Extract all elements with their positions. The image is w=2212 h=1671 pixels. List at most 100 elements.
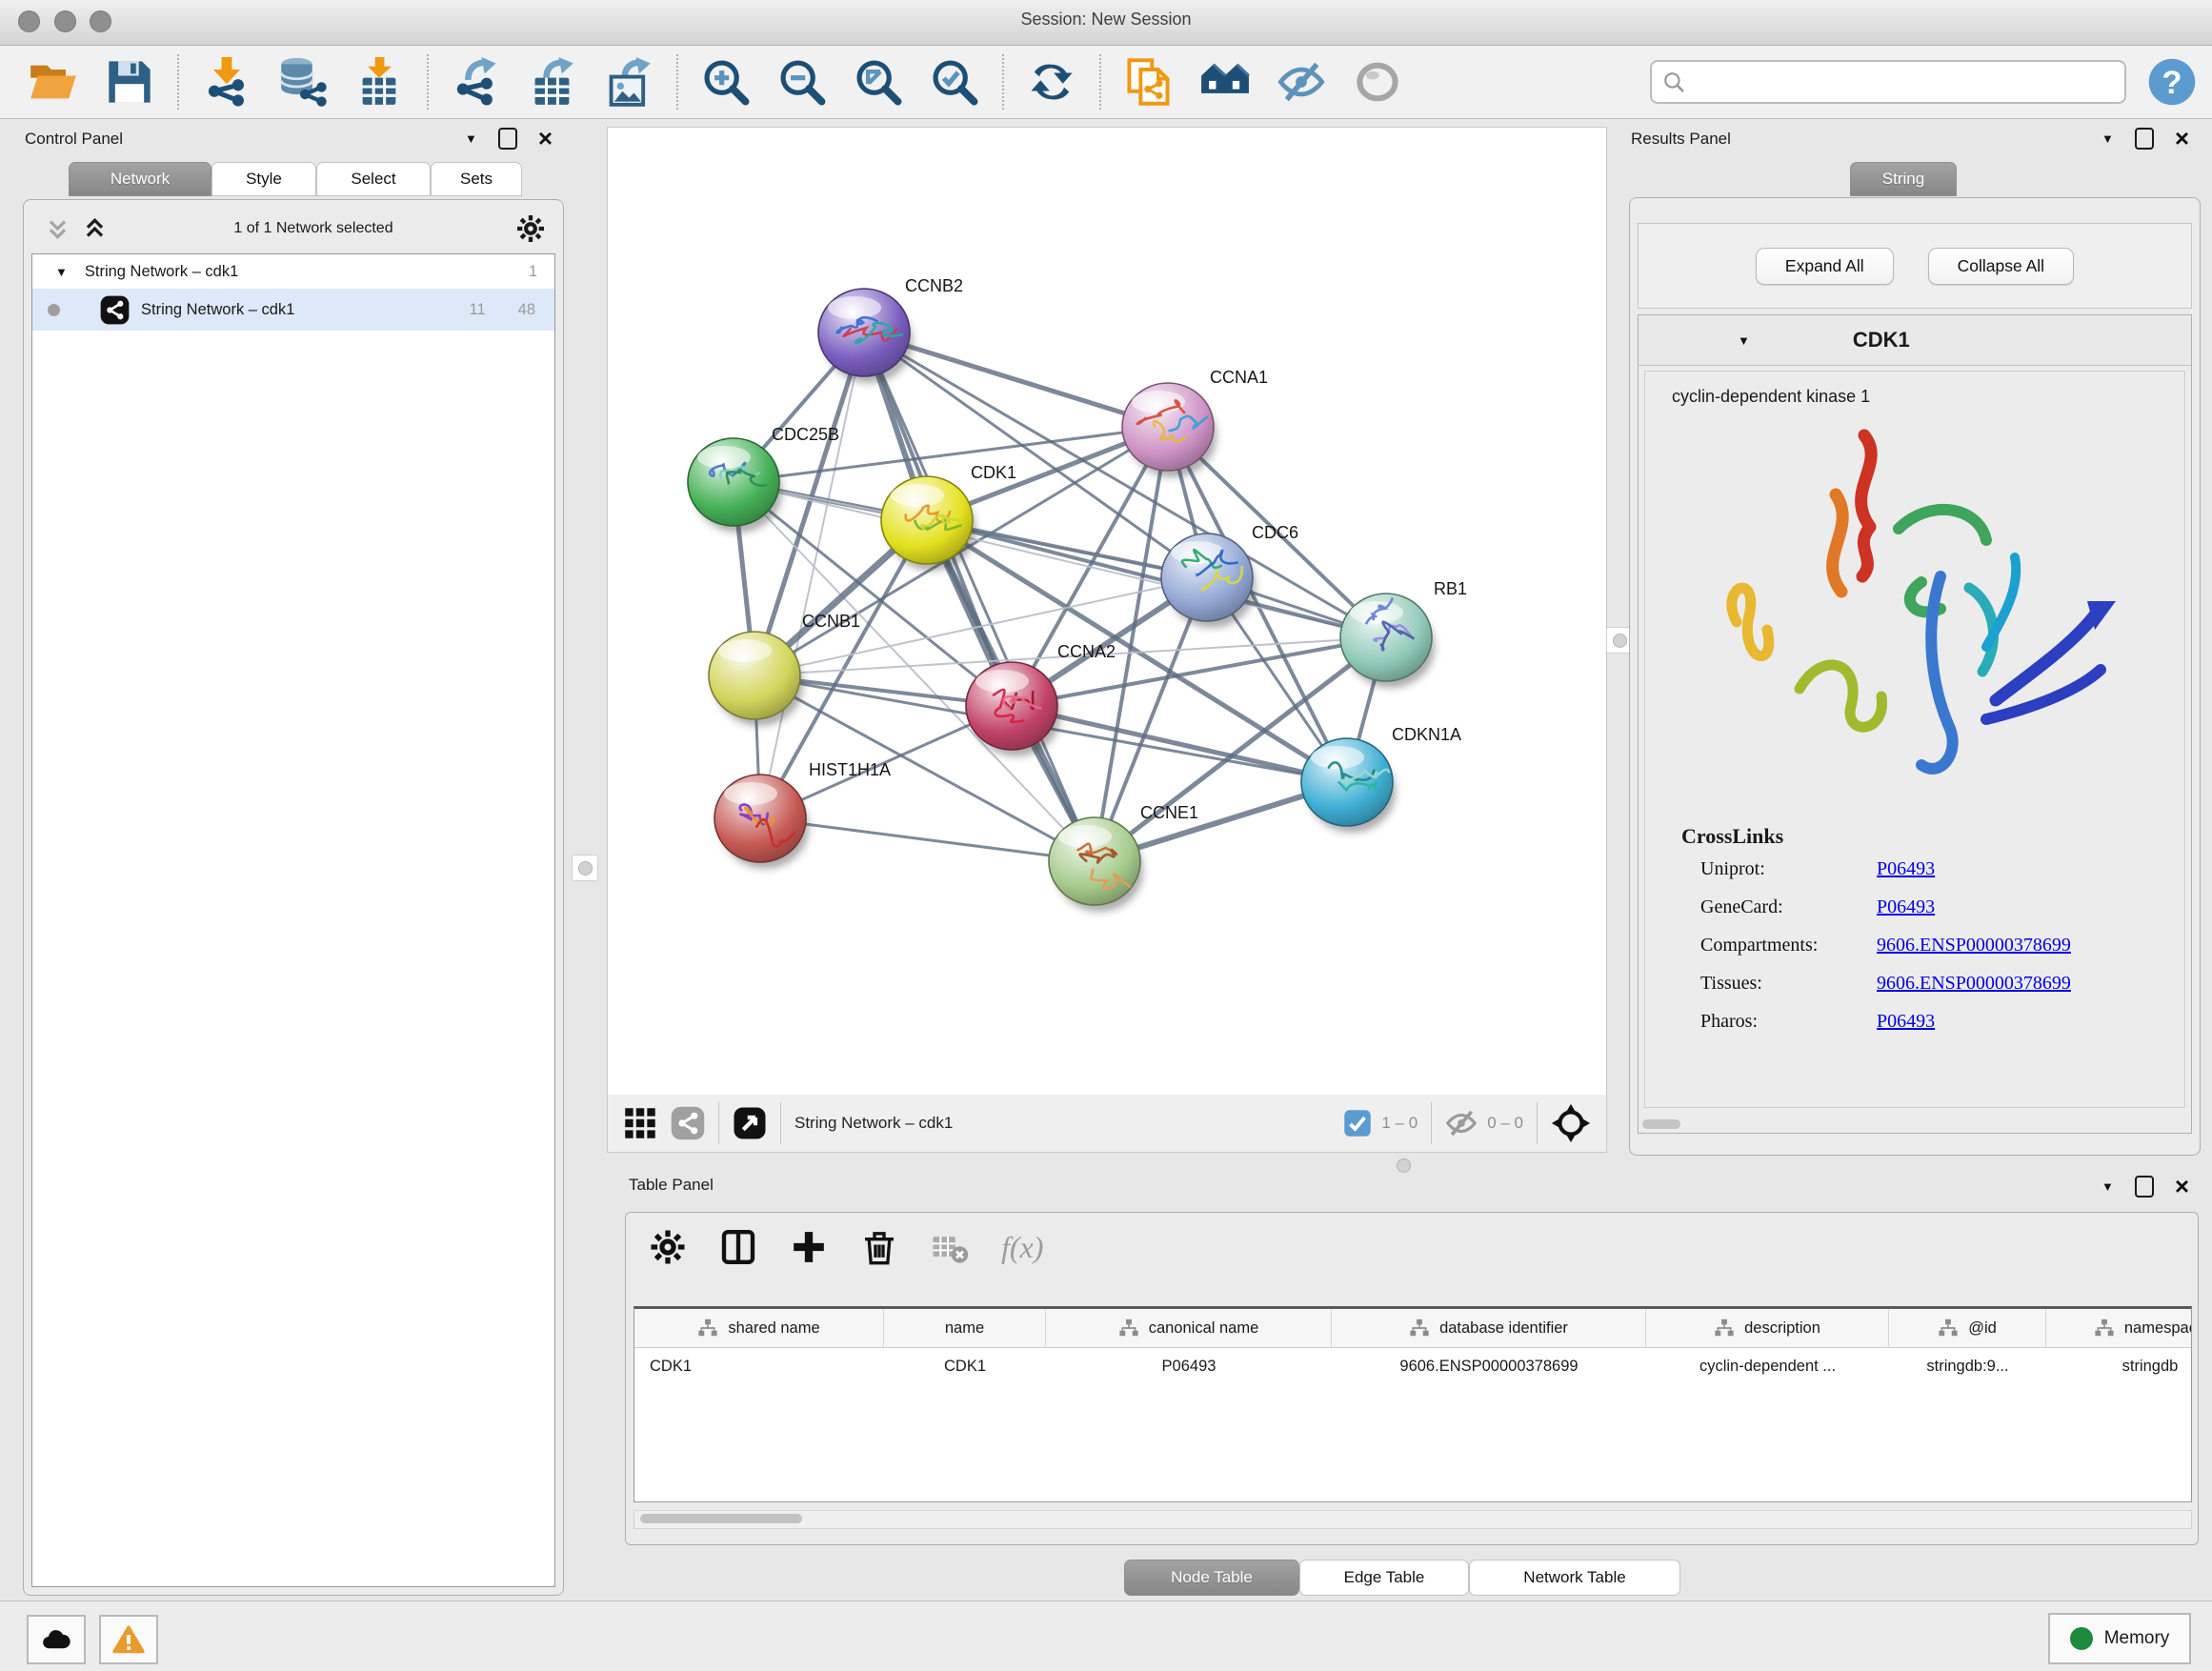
tab-network[interactable]: Network [69, 162, 211, 196]
close-panel-icon[interactable]: × [2175, 130, 2189, 148]
export-table-icon[interactable] [528, 57, 577, 107]
search-field[interactable] [1650, 60, 2126, 104]
expand-all-button[interactable]: Expand All [1756, 248, 1894, 285]
save-session-icon[interactable] [105, 57, 154, 107]
table-cell[interactable]: CDK1 [634, 1348, 884, 1384]
tab-style[interactable]: Style [211, 162, 316, 196]
network-options-gear-icon[interactable] [515, 213, 546, 244]
export-network-icon[interactable] [452, 57, 501, 107]
share-view-icon[interactable] [671, 1106, 705, 1140]
import-database-icon[interactable] [278, 57, 328, 107]
network-node-CCNA1[interactable]: CCNA1 [1122, 368, 1268, 477]
column-header-name[interactable]: name [884, 1309, 1046, 1347]
tab-select[interactable]: Select [316, 162, 431, 196]
column-header-namespace[interactable]: namespace [2046, 1309, 2192, 1347]
memory-button[interactable]: Memory [2048, 1613, 2191, 1664]
close-panel-icon[interactable]: × [2175, 1178, 2189, 1196]
import-network-icon[interactable] [202, 57, 251, 107]
crosslink-value-link[interactable]: 9606.ENSP00000378699 [1877, 935, 2071, 956]
import-table-icon[interactable] [354, 57, 404, 107]
detach-view-icon[interactable] [733, 1106, 767, 1140]
table-cell[interactable]: stringdb [2046, 1348, 2192, 1384]
crosslink-row: Pharos:P06493 [1700, 1011, 2184, 1033]
zoom-fit-icon[interactable] [854, 57, 903, 107]
table-horizontal-scrollbar[interactable] [633, 1510, 2192, 1529]
column-header--id[interactable]: @id [1889, 1309, 2046, 1347]
table-row[interactable]: CDK1CDK1P064939606.ENSP00000378699cyclin… [634, 1348, 2192, 1384]
network-node-CCNB1[interactable]: CCNB1 [709, 612, 860, 726]
help-icon[interactable] [2147, 57, 2197, 107]
cloud-status-button[interactable] [27, 1615, 86, 1664]
column-header-canonical-name[interactable]: canonical name [1046, 1309, 1332, 1347]
warnings-button[interactable] [99, 1615, 158, 1664]
table-cell[interactable]: CDK1 [884, 1348, 1046, 1384]
home-icon[interactable] [1200, 57, 1250, 107]
crosslink-value-link[interactable]: P06493 [1877, 896, 1935, 918]
network-edge[interactable] [1012, 706, 1347, 782]
close-panel-icon[interactable]: × [538, 130, 553, 148]
crosslink-value-link[interactable]: P06493 [1877, 858, 1935, 880]
zoom-in-icon[interactable] [701, 57, 751, 107]
gene-section-header[interactable]: ▼ CDK1 [1639, 315, 2191, 366]
network-node-RB1[interactable]: RB1 [1340, 579, 1467, 688]
tab-edge-table[interactable]: Edge Table [1299, 1560, 1469, 1596]
tab-string[interactable]: String [1850, 162, 1957, 196]
float-panel-icon[interactable] [498, 128, 517, 150]
network-node-count: 11 [470, 301, 486, 319]
collection-expand-icon[interactable]: ▼ [55, 265, 68, 279]
add-column-icon[interactable] [790, 1228, 828, 1266]
column-header-database-identifier[interactable]: database identifier [1332, 1309, 1646, 1347]
gene-expand-icon[interactable]: ▼ [1738, 333, 1750, 348]
left-splitter-handle[interactable] [572, 855, 598, 881]
crosslink-row: Uniprot:P06493 [1700, 858, 2184, 880]
clone-network-icon[interactable] [1124, 57, 1174, 107]
delete-column-icon[interactable] [860, 1228, 898, 1266]
collapse-panel-icon[interactable]: ▼ [2101, 1179, 2114, 1194]
export-image-icon[interactable] [604, 57, 654, 107]
crosslink-value-link[interactable]: 9606.ENSP00000378699 [1877, 973, 2071, 995]
collapse-panel-icon[interactable]: ▼ [465, 131, 477, 146]
tab-node-table[interactable]: Node Table [1124, 1560, 1299, 1596]
expand-all-networks-icon[interactable] [83, 214, 111, 243]
status-bar: Memory [0, 1601, 2212, 1671]
network-view-canvas[interactable]: CCNB2CCNA1CDC25BCDK1CDC6RB1CCNB1CCNA2CDK… [607, 127, 1607, 1096]
float-panel-icon[interactable] [2135, 128, 2154, 150]
show-columns-icon[interactable] [719, 1228, 757, 1266]
collapse-all-button[interactable]: Collapse All [1928, 248, 2074, 285]
table-cell[interactable]: 9606.ENSP00000378699 [1332, 1348, 1646, 1384]
network-edge[interactable] [760, 818, 1095, 861]
collapse-panel-icon[interactable]: ▼ [2101, 131, 2114, 146]
column-header-shared-name[interactable]: shared name [634, 1309, 884, 1347]
table-cell[interactable]: P06493 [1046, 1348, 1332, 1384]
results-scrollbar-thumb[interactable] [1642, 1119, 1680, 1129]
grid-view-icon[interactable] [623, 1106, 657, 1140]
refresh-icon[interactable] [1027, 57, 1076, 107]
zoom-out-icon[interactable] [777, 57, 827, 107]
tab-network-table[interactable]: Network Table [1469, 1560, 1680, 1596]
show-details-icon[interactable] [1353, 57, 1402, 107]
birds-eye-view-icon[interactable] [1551, 1103, 1591, 1143]
network-node-CDK1[interactable]: CDK1 [881, 463, 1016, 571]
network-edge[interactable] [927, 520, 1386, 637]
search-input[interactable] [1694, 71, 2115, 92]
network-node-CCNB2[interactable]: CCNB2 [818, 276, 963, 383]
network-edge[interactable] [864, 332, 1095, 861]
hidden-eye-icon[interactable] [1445, 1107, 1478, 1139]
column-header-description[interactable]: description [1646, 1309, 1889, 1347]
table-options-gear-icon[interactable] [649, 1228, 687, 1266]
table-cell[interactable]: stringdb:9... [1889, 1348, 2046, 1384]
scrollbar-thumb[interactable] [640, 1514, 802, 1523]
bottom-splitter-handle[interactable] [1397, 1158, 1411, 1173]
crosslink-value-link[interactable]: P06493 [1877, 1011, 1935, 1033]
selected-checkbox-icon[interactable] [1343, 1109, 1372, 1137]
collapse-all-networks-icon[interactable] [41, 214, 70, 243]
network-node-HIST1H1A[interactable]: HIST1H1A [714, 760, 891, 869]
open-session-icon[interactable] [29, 57, 78, 107]
network-row-selected[interactable]: String Network – cdk1 11 48 [32, 289, 554, 331]
network-collection-row[interactable]: ▼ String Network – cdk1 1 [32, 254, 554, 289]
table-cell[interactable]: cyclin-dependent ... [1646, 1348, 1889, 1384]
hide-details-icon[interactable] [1277, 57, 1326, 107]
zoom-selected-icon[interactable] [930, 57, 979, 107]
tab-sets[interactable]: Sets [431, 162, 522, 196]
float-panel-icon[interactable] [2135, 1176, 2154, 1198]
